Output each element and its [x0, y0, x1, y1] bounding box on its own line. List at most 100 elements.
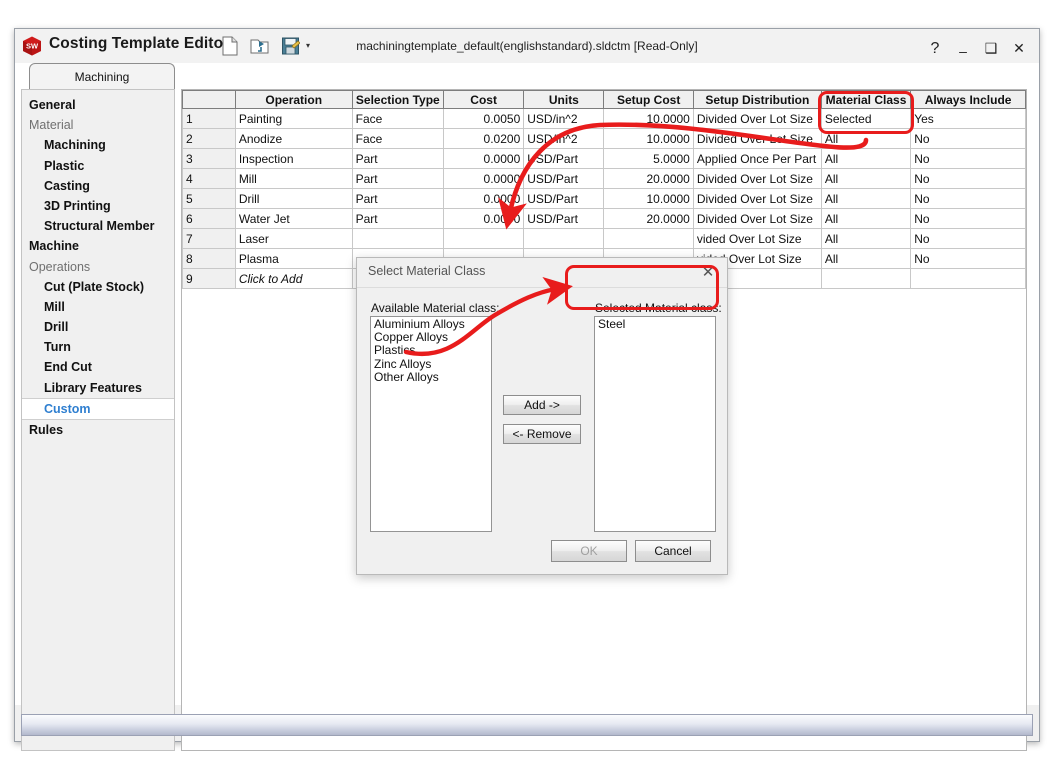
cell-material_class[interactable]: All	[820, 128, 912, 149]
cell-operation[interactable]: Plasma	[234, 248, 353, 269]
cell-selection_type[interactable]: Face	[351, 108, 445, 129]
cell-units[interactable]: USD/Part	[523, 168, 605, 189]
table-row[interactable]: 2 Anodize Face 0.0200 USD/in^2 10.0000 Divided…	[182, 128, 1026, 149]
cell-always_include[interactable]: No	[910, 208, 1026, 229]
cell-always_include[interactable]: No	[910, 168, 1026, 189]
cell-selection_type[interactable]: Part	[351, 148, 445, 169]
cell-n[interactable]: 1	[182, 108, 236, 129]
column-header-operation[interactable]: Operation	[234, 90, 353, 109]
sidebar-item-turn[interactable]: Turn	[22, 337, 174, 357]
sidebar-item-library-features[interactable]: Library Features	[22, 378, 174, 398]
remove-button[interactable]: <- Remove	[503, 424, 581, 444]
cell-setup_cost[interactable]: 20.0000	[603, 208, 694, 229]
sidebar-item-machine[interactable]: Machine	[22, 236, 174, 256]
cell-always_include[interactable]: Yes	[910, 108, 1026, 129]
cell-n[interactable]: 7	[182, 228, 236, 249]
cell-setup_distribution[interactable]: Divided Over Lot Size	[692, 188, 822, 209]
cell-always_include[interactable]: No	[910, 248, 1026, 269]
cell-setup_cost[interactable]: 10.0000	[603, 188, 694, 209]
tab-machining[interactable]: Machining	[29, 63, 175, 89]
cell-material_class[interactable]: All	[820, 168, 912, 189]
cell-operation[interactable]: Anodize	[234, 128, 353, 149]
sidebar-item-plastic[interactable]: Plastic	[22, 156, 174, 176]
cell-units[interactable]	[523, 228, 605, 249]
cell-cost[interactable]: 0.0000	[443, 188, 525, 209]
cell-setup_distribution[interactable]: Applied Once Per Part	[692, 148, 822, 169]
cell-cost[interactable]: 0.0000	[443, 208, 525, 229]
cell-material_class[interactable]	[820, 268, 912, 289]
cell-always_include[interactable]: No	[910, 148, 1026, 169]
cell-n[interactable]: 9	[182, 268, 236, 289]
sidebar-item-custom[interactable]: Custom	[22, 397, 174, 420]
minimize-button[interactable]: –	[949, 33, 977, 64]
cancel-button[interactable]: Cancel	[635, 540, 711, 562]
cell-operation[interactable]: Drill	[234, 188, 353, 209]
cell-n[interactable]: 8	[182, 248, 236, 269]
cell-selection_type[interactable]: Face	[351, 128, 445, 149]
cell-setup_distribution[interactable]: Divided Over Lot Size	[692, 208, 822, 229]
sidebar-item-3d-printing[interactable]: 3D Printing	[22, 196, 174, 216]
available-material-class-listbox[interactable]: Aluminium Alloys Copper Alloys Plastics Zin…	[370, 316, 492, 532]
selected-material-class-listbox[interactable]: Steel	[594, 316, 716, 532]
add-button[interactable]: Add ->	[503, 395, 581, 415]
cell-always_include[interactable]	[910, 268, 1026, 289]
column-header-always-include[interactable]: Always Include	[910, 90, 1026, 109]
close-button[interactable]: ✕	[1005, 36, 1033, 62]
sidebar-item-machining[interactable]: Machining	[22, 135, 174, 155]
cell-n[interactable]: 2	[182, 128, 236, 149]
save-dropdown-caret-icon[interactable]: ▾	[306, 42, 310, 50]
cell-selection_type[interactable]: Part	[351, 188, 445, 209]
cell-operation[interactable]: Laser	[234, 228, 353, 249]
cell-operation[interactable]: Water Jet	[234, 208, 353, 229]
cell-cost[interactable]: 0.0200	[443, 128, 525, 149]
column-header-selection-type[interactable]: Selection Type	[351, 90, 445, 109]
selected-option[interactable]: Steel	[595, 317, 715, 331]
column-header-setup-distribution[interactable]: Setup Distribution	[692, 90, 822, 109]
cell-setup_cost[interactable]: 10.0000	[603, 108, 694, 129]
column-header-cost[interactable]: Cost	[443, 90, 525, 109]
cell-cost[interactable]	[443, 228, 525, 249]
cell-material_class[interactable]: All	[820, 248, 912, 269]
cell-units[interactable]: USD/Part	[523, 188, 605, 209]
cell-setup_distribution[interactable]: vided Over Lot Size	[692, 228, 822, 249]
new-document-icon[interactable]	[218, 33, 242, 59]
cell-setup_cost[interactable]: 5.0000	[603, 148, 694, 169]
cell-operation[interactable]: Mill	[234, 168, 353, 189]
sidebar-item-mill[interactable]: Mill	[22, 297, 174, 317]
cell-cost[interactable]: 0.0000	[443, 168, 525, 189]
cell-units[interactable]: USD/in^2	[523, 108, 605, 129]
sidebar-item-drill[interactable]: Drill	[22, 317, 174, 337]
cell-always_include[interactable]: No	[910, 188, 1026, 209]
available-option[interactable]: Other Alloys	[371, 370, 491, 384]
cell-setup_distribution[interactable]: Divided Over Lot Size	[692, 108, 822, 129]
cell-material_class[interactable]: Selected	[820, 108, 912, 129]
cell-material_class[interactable]: All	[820, 208, 912, 229]
cell-material_class[interactable]: All	[820, 148, 912, 169]
table-row[interactable]: 3 Inspection Part 0.0000 USD/Part 5.0000 Appli…	[182, 148, 1026, 169]
cell-selection_type[interactable]: Part	[351, 168, 445, 189]
open-folder-icon[interactable]	[248, 33, 272, 59]
cell-setup_distribution[interactable]: Divided Over Lot Size	[692, 128, 822, 149]
cell-n[interactable]: 6	[182, 208, 236, 229]
sidebar-item-end-cut[interactable]: End Cut	[22, 357, 174, 377]
cell-n[interactable]: 5	[182, 188, 236, 209]
cell-material_class[interactable]: All	[820, 228, 912, 249]
cell-always_include[interactable]: No	[910, 228, 1026, 249]
table-row[interactable]: 7 Laser vided Over Lot Size All No	[182, 228, 1026, 249]
cell-n[interactable]: 3	[182, 148, 236, 169]
sidebar-item-rules[interactable]: Rules	[22, 420, 174, 440]
maximize-button[interactable]: ❑	[977, 36, 1005, 62]
cell-units[interactable]: USD/in^2	[523, 128, 605, 149]
cell-cost[interactable]: 0.0000	[443, 148, 525, 169]
column-header-setup-cost[interactable]: Setup Cost	[603, 90, 694, 109]
cell-selection_type[interactable]	[351, 228, 445, 249]
available-option[interactable]: Plastics	[371, 344, 491, 357]
cell-setup_distribution[interactable]: Divided Over Lot Size	[692, 168, 822, 189]
sidebar-item-cut-plate-stock[interactable]: Cut (Plate Stock)	[22, 277, 174, 297]
cell-units[interactable]: USD/Part	[523, 148, 605, 169]
sidebar-item-general[interactable]: General	[22, 95, 174, 115]
cell-operation[interactable]: Click to Add	[234, 268, 353, 289]
available-option[interactable]: Zinc Alloys	[371, 357, 491, 371]
cell-setup_cost[interactable]	[603, 228, 694, 249]
cell-cost[interactable]: 0.0050	[443, 108, 525, 129]
